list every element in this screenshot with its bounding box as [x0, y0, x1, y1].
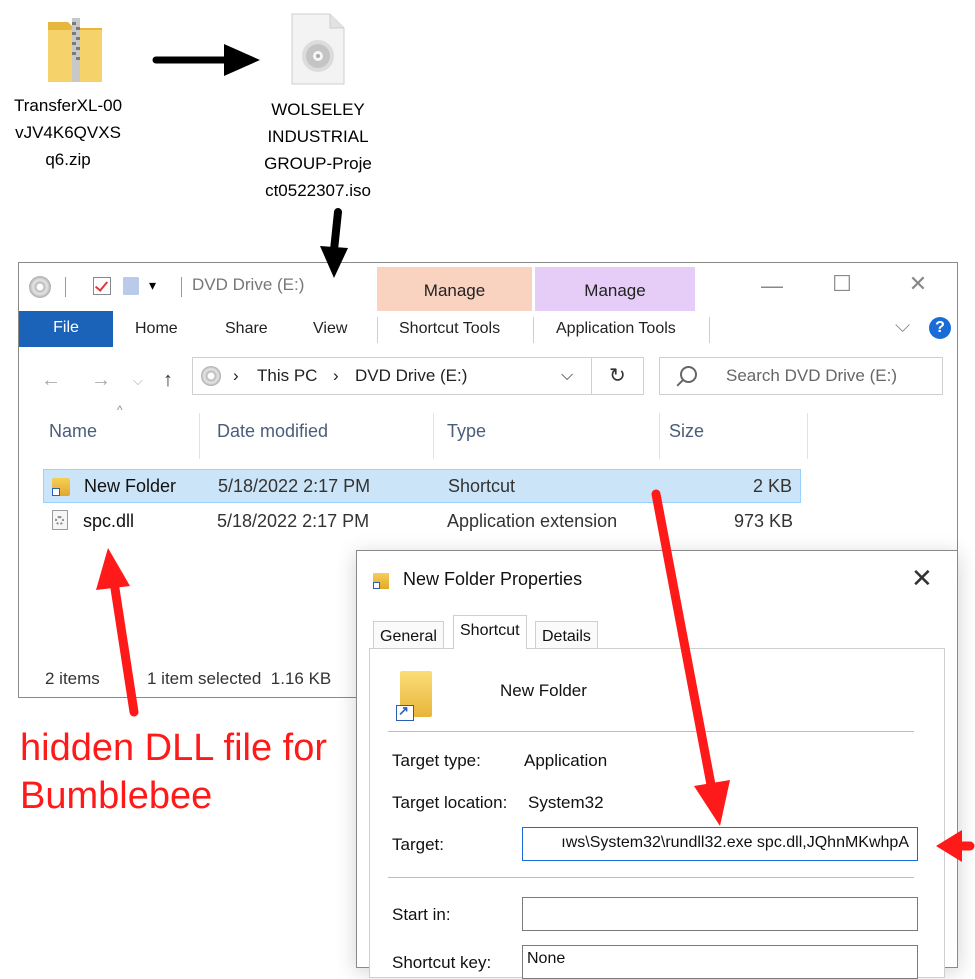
red-arrow-to-dll-icon — [96, 548, 139, 717]
red-arrow-to-target-icon — [651, 489, 730, 826]
arrow-down-icon — [320, 208, 348, 278]
red-arrow-left-icon — [936, 830, 975, 862]
tab-shortcut[interactable]: Shortcut — [453, 615, 527, 649]
annotation-arrows — [96, 208, 975, 862]
